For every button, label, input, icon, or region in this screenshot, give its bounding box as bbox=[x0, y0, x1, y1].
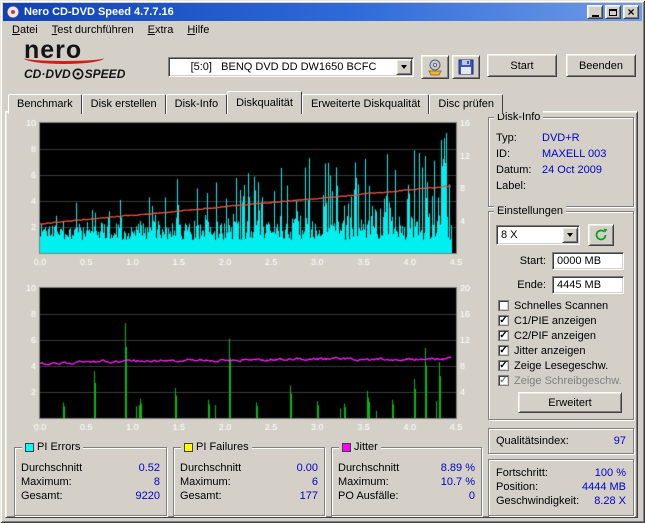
checkbox-schnelles-scannen[interactable]: Schnelles Scannen bbox=[498, 299, 608, 312]
speed-select-value: 8 X bbox=[501, 229, 518, 241]
stat-row: Durchschnitt 0.00 bbox=[180, 462, 318, 474]
jitter-legend: Jitter bbox=[339, 441, 381, 453]
logo-swoosh bbox=[24, 52, 104, 64]
tab-diskqualitaet[interactable]: Diskqualität bbox=[227, 91, 302, 114]
start-position-label: Start: bbox=[519, 255, 546, 267]
progress-row: Fortschritt: 100 % bbox=[496, 467, 626, 479]
pi-errors-chart bbox=[14, 117, 482, 269]
nero-logo: nero CD·DVD SPEED bbox=[24, 38, 174, 86]
disk-info-row-id: ID: MAXELL 003 bbox=[496, 148, 607, 160]
end-position-label: Ende: bbox=[517, 279, 546, 291]
tab-disc-pruefen[interactable]: Disc prüfen bbox=[429, 94, 504, 114]
drive-select-dropdown-icon[interactable] bbox=[396, 59, 412, 75]
checkbox-c2-pif-anzeigen[interactable]: C2/PIF anzeigen bbox=[498, 329, 596, 342]
disk-info-row-datum: Datum: 24 Oct 2009 bbox=[496, 164, 602, 176]
minimize-icon bbox=[591, 14, 599, 17]
start-position-value: 0000 MB bbox=[557, 255, 602, 267]
app-icon bbox=[6, 5, 20, 19]
speed-select[interactable]: 8 X bbox=[496, 225, 580, 245]
tab-disk-info[interactable]: Disk-Info bbox=[165, 94, 228, 114]
chevron-down-icon bbox=[401, 65, 407, 69]
checkbox-box bbox=[498, 345, 509, 356]
disc-icon bbox=[72, 68, 84, 80]
refresh-icon bbox=[595, 228, 608, 241]
pi-errors-color-swatch bbox=[25, 442, 34, 452]
pi-failures-legend: PI Failures bbox=[181, 441, 252, 453]
close-icon: × bbox=[627, 5, 635, 19]
speed-select-dropdown-icon[interactable] bbox=[562, 227, 578, 243]
pi-errors-legend: PI Errors bbox=[22, 441, 84, 453]
menu-item-extra[interactable]: Extra bbox=[141, 22, 181, 38]
save-results-button[interactable] bbox=[452, 55, 480, 79]
pi-failures-jitter-chart bbox=[14, 282, 482, 434]
refresh-button[interactable] bbox=[588, 224, 614, 246]
menubar: Datei Test durchführen Extra Hilfe bbox=[3, 21, 642, 39]
disk-info-row-typ: Typ: DVD+R bbox=[496, 132, 580, 144]
checkbox-c1-pie-anzeigen[interactable]: C1/PIE anzeigen bbox=[498, 314, 597, 327]
maximize-icon bbox=[609, 8, 617, 16]
checkbox-box bbox=[498, 375, 509, 386]
tab-strip: Benchmark Disk erstellen Disk-Info Diskq… bbox=[8, 91, 504, 114]
chevron-down-icon bbox=[567, 233, 573, 237]
checkbox-box bbox=[498, 330, 509, 341]
end-position-input[interactable]: 4445 MB bbox=[552, 276, 624, 294]
titlebar: Nero CD-DVD Speed 4.7.7.16 × bbox=[3, 3, 642, 21]
maximize-button[interactable] bbox=[605, 5, 621, 19]
window-title: Nero CD-DVD Speed 4.7.7.16 bbox=[24, 6, 174, 18]
minimize-button[interactable] bbox=[587, 5, 603, 19]
caption-buttons: × bbox=[585, 5, 639, 19]
eject-disc-button[interactable] bbox=[421, 55, 449, 79]
stat-row: Maximum: 10.7 % bbox=[338, 476, 475, 488]
stat-row: Maximum: 8 bbox=[21, 476, 160, 488]
checkbox-zeige-schreibgeschw[interactable]: Zeige Schreibgeschw. bbox=[498, 374, 622, 387]
logo-product-left: CD·DVD bbox=[24, 67, 71, 81]
start-position-input[interactable]: 0000 MB bbox=[552, 252, 624, 270]
pi-failures-color-swatch bbox=[184, 442, 193, 452]
start-button[interactable]: Start bbox=[487, 54, 557, 77]
stat-row: Maximum: 6 bbox=[180, 476, 318, 488]
checkbox-box bbox=[498, 360, 509, 371]
tab-disk-erstellen[interactable]: Disk erstellen bbox=[81, 94, 166, 114]
checkbox-zeige-lesegeschw[interactable]: Zeige Lesegeschw. bbox=[498, 359, 608, 372]
disk-info-row-label: Label: bbox=[496, 180, 526, 192]
menu-item-hilfe[interactable]: Hilfe bbox=[180, 22, 216, 38]
quality-index-row: Qualitätsindex: 97 bbox=[496, 435, 626, 447]
tab-benchmark[interactable]: Benchmark bbox=[8, 94, 82, 114]
app-window: Nero CD-DVD Speed 4.7.7.16 × Datei Test … bbox=[0, 0, 645, 523]
stat-row: Gesamt: 177 bbox=[180, 490, 318, 502]
checkbox-box bbox=[498, 315, 509, 326]
checkbox-jitter-anzeigen[interactable]: Jitter anzeigen bbox=[498, 344, 586, 357]
close-button[interactable]: × bbox=[623, 5, 639, 19]
position-row: Position: 4444 MB bbox=[496, 481, 626, 493]
stat-row: Durchschnitt 8.89 % bbox=[338, 462, 475, 474]
drive-select[interactable]: [5:0] BENQ DVD DD DW1650 BCFC bbox=[168, 57, 414, 77]
settings-group-title: Einstellungen bbox=[494, 205, 567, 217]
floppy-disk-icon bbox=[458, 59, 474, 75]
logo-product-text: CD·DVD SPEED bbox=[24, 67, 125, 81]
quit-button[interactable]: Beenden bbox=[566, 54, 636, 77]
tab-erweiterte-diskqualitaet[interactable]: Erweiterte Diskqualität bbox=[301, 94, 430, 114]
logo-product-right: SPEED bbox=[84, 67, 126, 81]
advanced-button[interactable]: Erweitert bbox=[518, 392, 622, 413]
stat-row: Gesamt: 9220 bbox=[21, 490, 160, 502]
jitter-color-swatch bbox=[342, 442, 351, 452]
stat-row: PO Ausfälle: 0 bbox=[338, 490, 475, 502]
checkbox-box bbox=[498, 300, 509, 311]
drive-select-value: [5:0] BENQ DVD DD DW1650 BCFC bbox=[190, 61, 377, 73]
disc-hand-icon bbox=[428, 59, 442, 75]
end-position-value: 4445 MB bbox=[557, 279, 602, 291]
speed-row: Geschwindigkeit: 8.28 X bbox=[496, 495, 626, 507]
stat-row: Durchschnitt 0.52 bbox=[21, 462, 160, 474]
